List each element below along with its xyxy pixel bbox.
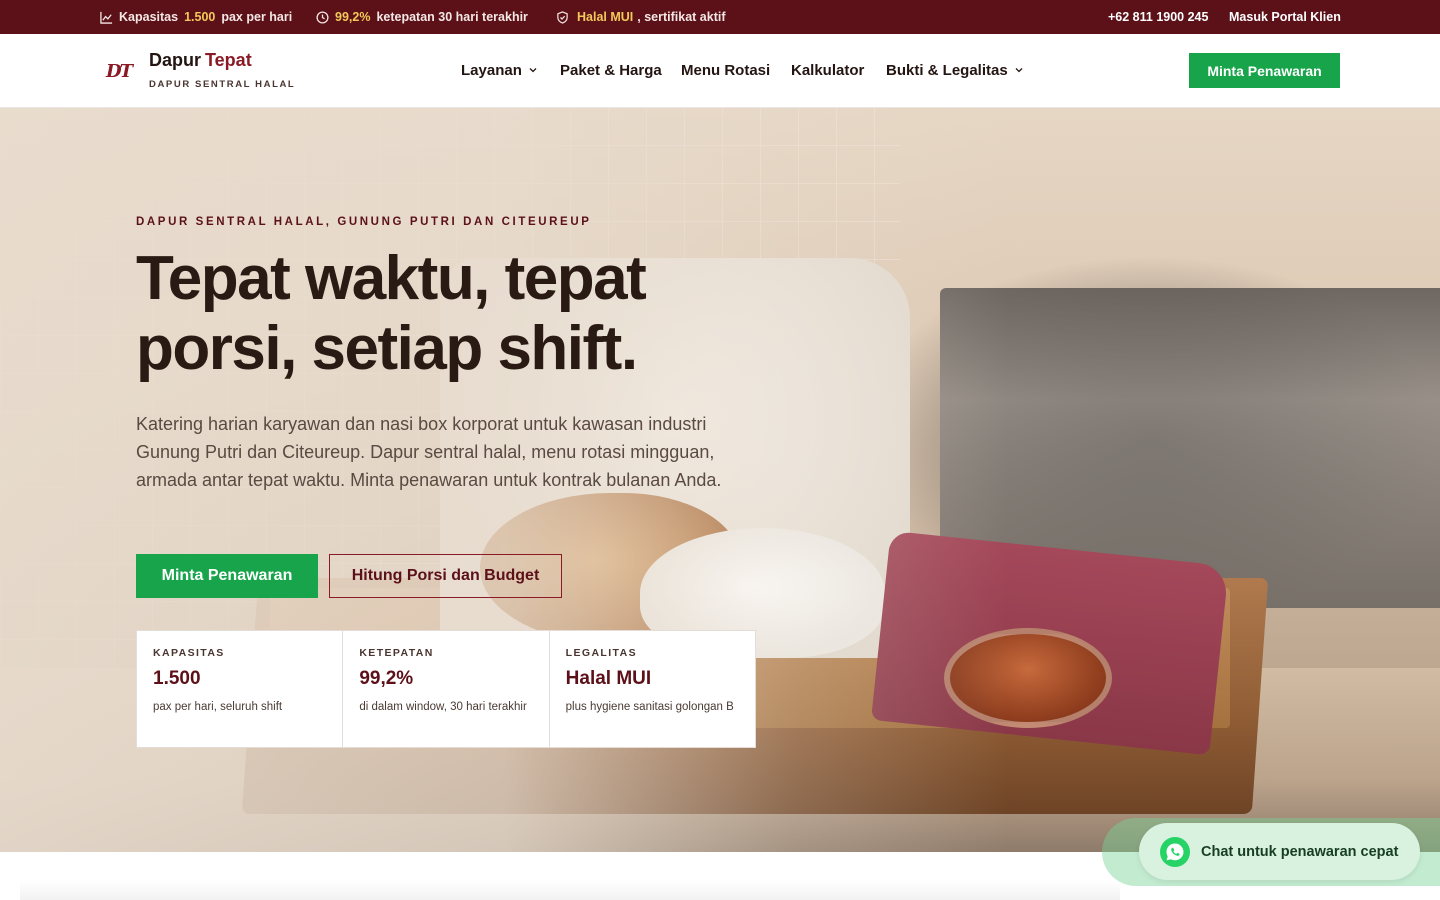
nav-label: Paket & Harga — [560, 61, 662, 79]
nav-item-paket-harga[interactable]: Paket & Harga — [560, 58, 662, 82]
hero-title: Tepat waktu, tepat porsi, setiap shift. — [136, 244, 647, 383]
stat-value: 1.500 — [153, 668, 201, 689]
hero-request-quote-button[interactable]: Minta Penawaran — [136, 554, 318, 598]
site-header: DT Dapur Tepat DAPUR SENTRAL HALAL Layana… — [0, 34, 1440, 108]
stat-capacity: KAPASITAS 1.500 pax per hari, seluruh sh… — [137, 631, 344, 747]
phone-link[interactable]: +62 811 1900 245 — [1108, 0, 1208, 34]
nav-item-layanan[interactable]: Layanan — [461, 58, 537, 82]
chevron-down-icon — [1015, 68, 1023, 73]
halal-suffix: , sertifikat aktif — [637, 10, 726, 24]
stat-note: pax per hari, seluruh shift — [153, 701, 283, 713]
chat-label: Chat untuk penawaran cepat — [1201, 843, 1399, 860]
next-section-shadow — [20, 880, 1120, 900]
halal-info: Halal MUI , sertifikat aktif — [556, 0, 726, 34]
whatsapp-chat-button[interactable]: Chat untuk penawaran cepat — [1139, 823, 1420, 880]
accuracy-value: 99,2% — [335, 10, 371, 24]
nav-label: Kalkulator — [791, 61, 865, 79]
capacity-suffix: pax per hari — [221, 10, 293, 24]
brand-tagline: DAPUR SENTRAL HALAL — [149, 79, 296, 90]
top-info-bar: Kapasitas 1.500 pax per hari 99,2% ketep… — [0, 0, 1440, 34]
stat-value: 99,2% — [359, 668, 414, 689]
whatsapp-icon — [1160, 836, 1190, 867]
nav-item-kalkulator[interactable]: Kalkulator — [791, 58, 864, 82]
capacity-info: Kapasitas 1.500 pax per hari — [100, 0, 292, 34]
clock-icon — [316, 10, 329, 24]
chart-icon — [100, 11, 113, 24]
stat-label: KAPASITAS — [153, 647, 225, 659]
nav-item-bukti-legalitas[interactable]: Bukti & Legalitas — [886, 58, 1023, 82]
client-portal-link[interactable]: Masuk Portal Klien — [1229, 0, 1341, 34]
nav-label: Bukti & Legalitas — [886, 61, 1008, 79]
stat-label: KETEPATAN — [359, 647, 434, 659]
capacity-value: 1.500 — [184, 10, 216, 24]
calculate-portion-budget-button[interactable]: Hitung Porsi dan Budget — [329, 554, 562, 598]
brand-name-part1: Dapur — [149, 50, 202, 70]
nav-label: Layanan — [461, 61, 522, 79]
capacity-prefix: Kapasitas — [119, 10, 179, 24]
hero-description: Katering harian karyawan dan nasi box ko… — [136, 414, 722, 490]
stat-legality: LEGALITAS Halal MUI plus hygiene sanitas… — [550, 631, 755, 747]
brand-name[interactable]: Dapur Tepat — [149, 50, 252, 71]
request-quote-button[interactable]: Minta Penawaran — [1189, 53, 1340, 88]
accuracy-suffix: ketepatan 30 hari terakhir — [376, 10, 528, 24]
stat-label: LEGALITAS — [565, 647, 637, 659]
accuracy-info: 99,2% ketepatan 30 hari terakhir — [316, 0, 528, 34]
hero-stats: KAPASITAS 1.500 pax per hari, seluruh sh… — [136, 630, 756, 748]
stat-value: Halal MUI — [565, 668, 652, 689]
stat-note: plus hygiene sanitasi golongan B — [565, 701, 734, 713]
chevron-down-icon — [529, 68, 537, 73]
shield-icon — [557, 10, 568, 24]
stat-accuracy: KETEPATAN 99,2% di dalam window, 30 hari… — [343, 631, 550, 747]
nav-item-menu-rotasi[interactable]: Menu Rotasi — [681, 58, 770, 82]
hero-eyebrow: DAPUR SENTRAL HALAL, GUNUNG PUTRI DAN CI… — [136, 216, 592, 228]
logo-mark[interactable]: DT — [106, 62, 134, 82]
nav-label: Menu Rotasi — [681, 61, 771, 79]
halal-value: Halal MUI — [577, 10, 634, 24]
stat-note: di dalam window, 30 hari terakhir — [359, 701, 527, 713]
brand-name-part2: Tepat — [205, 50, 252, 70]
hero-section: DAPUR SENTRAL HALAL, GUNUNG PUTRI DAN CI… — [0, 108, 1440, 852]
